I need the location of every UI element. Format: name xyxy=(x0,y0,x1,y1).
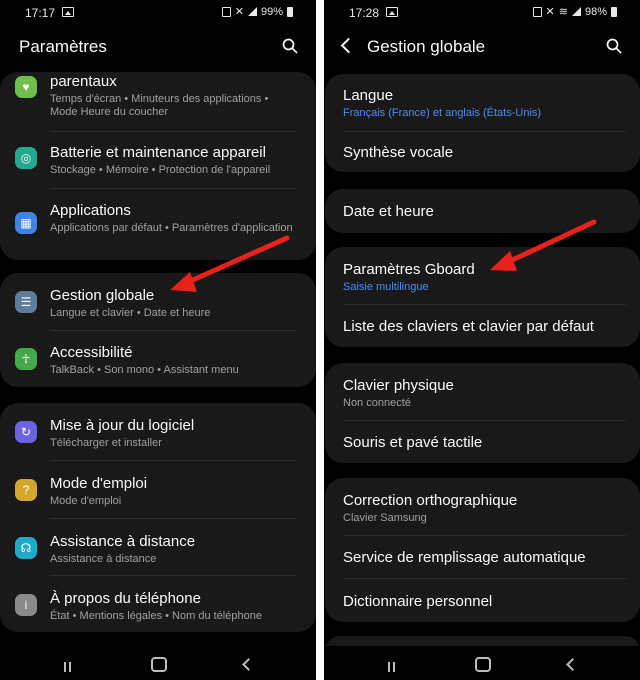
row-keyboard-list[interactable]: Liste des claviers et clavier par défaut xyxy=(325,305,640,347)
wifi-icon: ≋ xyxy=(558,6,568,18)
row-applications[interactable]: ▦ Applications Applications par défaut •… xyxy=(0,189,316,260)
page-title: Paramètres xyxy=(19,37,107,56)
home-icon[interactable] xyxy=(475,657,491,672)
row-physical-keyboard[interactable]: Clavier physique Non connecté xyxy=(325,363,640,420)
home-icon[interactable] xyxy=(151,657,167,672)
gallery-notification-icon xyxy=(62,7,74,17)
settings-group-1: ♥ parentaux Temps d'écran • Minuteurs de… xyxy=(0,72,316,260)
settings-group-2: ☰ Gestion globale Langue et clavier • Da… xyxy=(0,273,316,387)
group-language: Langue Français (France) et anglais (Éta… xyxy=(325,74,640,172)
recent-apps-icon[interactable] xyxy=(64,659,77,672)
navigation-bar xyxy=(324,646,640,680)
battery-percent: 99% xyxy=(260,5,283,18)
row-mouse-trackpad[interactable]: Souris et pavé tactile xyxy=(325,421,640,463)
apps-grid-icon: ▦ xyxy=(15,212,37,234)
row-battery-maintenance[interactable]: ◎ Batterie et maintenance appareil Stock… xyxy=(0,132,316,188)
status-bar: 17:17 ✕ 99% xyxy=(0,0,316,26)
left-screen: 17:17 ✕ 99% Paramètres ♥ parentaux Temps… xyxy=(0,0,316,680)
accessibility-icon: ☥ xyxy=(15,348,37,370)
battery-percent: 98% xyxy=(584,5,607,18)
row-software-update[interactable]: ↻ Mise à jour du logiciel Télécharger et… xyxy=(0,403,316,460)
row-about-phone[interactable]: i À propos du téléphone État • Mentions … xyxy=(0,576,316,632)
row-remote-support[interactable]: ☊ Assistance à distance Assistance à dis… xyxy=(0,519,316,576)
back-nav-icon[interactable] xyxy=(242,658,255,671)
mute-icon: ✕ xyxy=(545,6,555,18)
settings-header: Paramètres xyxy=(0,30,316,64)
user-manual-icon: ? xyxy=(15,479,37,501)
row-parental-controls[interactable]: ♥ parentaux Temps d'écran • Minuteurs de… xyxy=(0,72,316,128)
gallery-notification-icon xyxy=(386,7,398,17)
row-date-time[interactable]: Date et heure xyxy=(325,189,640,233)
sliders-icon: ☰ xyxy=(15,291,37,313)
heart-circle-icon: ♥ xyxy=(15,76,37,98)
row-gboard-settings[interactable]: Paramètres Gboard Saisie multilingue xyxy=(325,247,640,304)
battery-icon xyxy=(611,6,617,17)
group-spelling: Correction orthographique Clavier Samsun… xyxy=(325,478,640,622)
row-accessibility[interactable]: ☥ Accessibilité TalkBack • Son mono • As… xyxy=(0,331,316,387)
search-icon[interactable] xyxy=(606,38,622,54)
recent-apps-icon[interactable] xyxy=(388,659,401,672)
right-screen: 17:28 ✕ ≋ 98% Gestion globale Langue Fra… xyxy=(324,0,640,680)
general-management-header: Gestion globale xyxy=(324,30,640,64)
row-spell-check[interactable]: Correction orthographique Clavier Samsun… xyxy=(325,478,640,535)
row-text-to-speech[interactable]: Synthèse vocale xyxy=(325,132,640,172)
row-personal-dictionary[interactable]: Dictionnaire personnel xyxy=(325,579,640,622)
alarm-icon xyxy=(221,6,231,17)
row-autofill-service[interactable]: Service de remplissage automatique xyxy=(325,536,640,578)
battery-icon xyxy=(287,6,293,17)
row-general-management[interactable]: ☰ Gestion globale Langue et clavier • Da… xyxy=(0,273,316,330)
back-nav-icon[interactable] xyxy=(566,658,579,671)
row-language[interactable]: Langue Français (France) et anglais (Éta… xyxy=(325,74,640,130)
group-input-devices: Clavier physique Non connecté Souris et … xyxy=(325,363,640,463)
status-time: 17:28 xyxy=(349,6,380,20)
search-icon[interactable] xyxy=(282,38,298,54)
battery-care-icon: ◎ xyxy=(15,147,37,169)
info-icon: i xyxy=(15,594,37,616)
page-title: Gestion globale xyxy=(367,37,486,56)
row-user-manual[interactable]: ? Mode d'emploi Mode d'emploi xyxy=(0,461,316,518)
headset-icon: ☊ xyxy=(15,537,37,559)
group-date: Date et heure xyxy=(325,189,640,233)
back-arrow-icon[interactable] xyxy=(340,37,357,54)
software-update-icon: ↻ xyxy=(15,421,37,443)
navigation-bar xyxy=(0,646,316,680)
alarm-icon xyxy=(532,6,542,17)
settings-group-3: ↻ Mise à jour du logiciel Télécharger et… xyxy=(0,403,316,632)
group-keyboards: Paramètres Gboard Saisie multilingue Lis… xyxy=(325,247,640,347)
status-bar: 17:28 ✕ ≋ 98% xyxy=(324,0,640,26)
mute-icon: ✕ xyxy=(234,6,244,18)
signal-icon xyxy=(247,7,257,16)
status-time: 17:17 xyxy=(25,6,56,20)
signal-icon xyxy=(571,7,581,16)
